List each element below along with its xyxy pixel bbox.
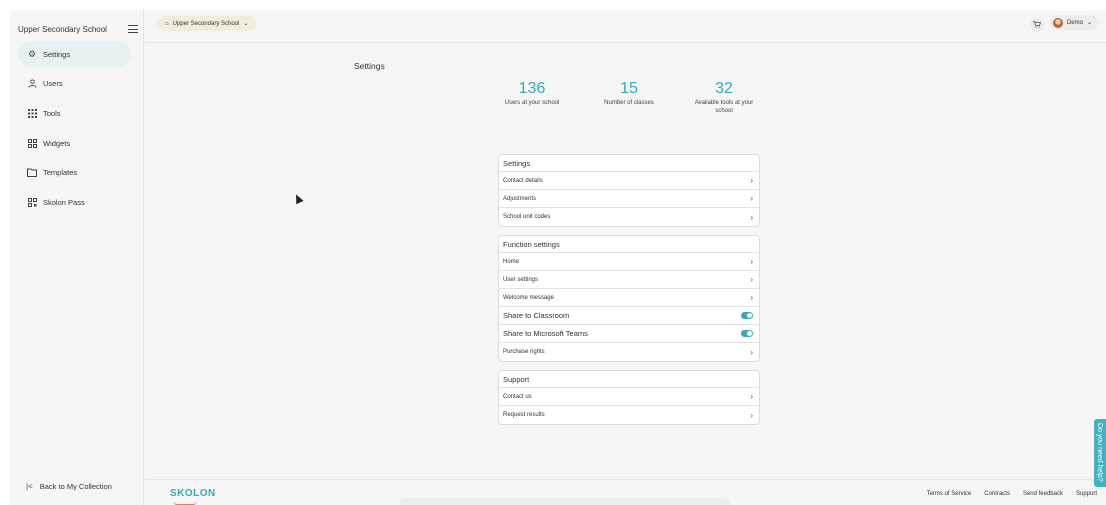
top-bar: ⌂ Upper Secondary School ⌄ Demo ⌄ <box>145 10 1106 43</box>
footer-link-support[interactable]: Support <box>1076 491 1097 497</box>
logo-swoosh <box>173 501 197 505</box>
user-icon <box>27 79 37 89</box>
app-frame: Upper Secondary School ⚙ Settings Users … <box>10 10 1106 505</box>
back-label: Back to My Collection <box>39 482 112 491</box>
row-label: Purchase rights <box>503 349 545 355</box>
share-teams-toggle[interactable] <box>741 330 753 337</box>
sidebar-item-users[interactable]: Users <box>18 71 131 97</box>
user-name: Demo <box>1066 19 1083 26</box>
help-tab-label: Do you need help? <box>1096 423 1103 482</box>
sidebar-item-label: Widgets <box>43 138 71 148</box>
support-card: Support Contact us › Request results › <box>498 370 760 425</box>
stat-tools: 32 Available tools at your school <box>688 80 760 115</box>
footer: SKOLON Terms of Service Contracts Send f… <box>145 479 1106 505</box>
row-label: User settings <box>503 276 539 283</box>
chevron-right-icon: › <box>750 194 753 203</box>
sidebar-item-label: Templates <box>43 168 78 178</box>
chevron-right-icon: › <box>750 212 753 222</box>
help-tab[interactable]: Do you need help? <box>1094 419 1106 487</box>
cart-icon <box>1033 20 1042 30</box>
scroll-area <box>400 498 730 505</box>
row-welcome-message[interactable]: Welcome message › <box>499 289 759 307</box>
sidebar: Upper Secondary School ⚙ Settings Users … <box>10 10 144 505</box>
row-label: Contact details <box>503 177 543 184</box>
sidebar-item-templates[interactable]: Templates <box>18 160 131 186</box>
card-title: Support <box>499 371 759 388</box>
row-label: Home <box>503 258 520 265</box>
row-share-to-classroom: Share to Classroom <box>499 307 759 325</box>
footer-links: Terms of Service Contracts Send feedback… <box>927 491 1097 497</box>
sidebar-item-tools[interactable]: Tools <box>18 100 131 126</box>
function-settings-card: Function settings Home › User settings ›… <box>498 235 760 362</box>
stat-label: Number of classes <box>604 100 654 106</box>
chevron-right-icon: › <box>750 293 753 302</box>
chevron-down-icon: ⌄ <box>243 21 249 27</box>
row-adjustments[interactable]: Adjustments › <box>499 190 759 208</box>
back-to-collection-link[interactable]: |< Back to My Collection <box>26 482 112 491</box>
row-label: Request results <box>503 412 545 418</box>
chevron-right-icon: › <box>750 410 753 420</box>
sidebar-item-settings[interactable]: ⚙ Settings <box>18 41 131 67</box>
row-school-unit-codes[interactable]: School unit codes › <box>499 208 759 226</box>
chevron-down-icon: ⌄ <box>1086 20 1092 26</box>
settings-card: Settings Contact details › Adjustments ›… <box>498 154 760 227</box>
widgets-icon <box>27 138 37 148</box>
sidebar-item-label: Skolon Pass <box>43 197 85 207</box>
sidebar-item-label: Settings <box>43 49 71 59</box>
row-contact-details[interactable]: Contact details › <box>499 172 759 190</box>
grid-icon <box>27 108 37 118</box>
row-label: Share to Classroom <box>503 311 570 320</box>
footer-link-contracts[interactable]: Contracts <box>984 491 1010 497</box>
chevron-right-icon: › <box>750 257 753 266</box>
row-label: Contact us <box>503 393 532 400</box>
stat-value: 136 <box>518 80 546 97</box>
stat-value: 15 <box>620 80 638 97</box>
sidebar-item-label: Users <box>43 79 63 89</box>
school-selector-label: Upper Secondary School <box>172 20 240 27</box>
sidebar-title: Upper Secondary School <box>18 24 107 34</box>
gear-icon: ⚙ <box>27 48 37 59</box>
stat-label: Available tools at your school <box>694 100 754 114</box>
folder-icon <box>27 168 37 178</box>
chevron-right-icon: › <box>750 347 753 357</box>
user-menu[interactable]: Demo ⌄ <box>1049 15 1098 30</box>
back-arrow-icon: |< <box>26 482 33 491</box>
row-contact-us[interactable]: Contact us › <box>499 388 759 406</box>
sidebar-nav: ⚙ Settings Users Tools Widgets Templates… <box>18 41 131 219</box>
footer-link-terms[interactable]: Terms of Service <box>927 491 972 497</box>
stat-classes: 15 Number of classes <box>589 80 669 108</box>
menu-icon[interactable] <box>128 25 138 34</box>
stat-label: Users at your school <box>504 100 560 106</box>
main-content: Settings 136 Users at your school 15 Num… <box>145 44 1106 479</box>
share-classroom-toggle[interactable] <box>741 312 753 319</box>
footer-link-feedback[interactable]: Send feedback <box>1023 491 1063 497</box>
sidebar-item-label: Tools <box>43 108 61 118</box>
chevron-right-icon: › <box>750 275 753 284</box>
stat-users: 136 Users at your school <box>492 80 572 108</box>
stat-value: 32 <box>715 80 733 97</box>
row-purchase-rights[interactable]: Purchase rights › <box>499 343 759 361</box>
skolon-logo: SKOLON <box>170 488 216 499</box>
row-share-to-teams: Share to Microsoft Teams <box>499 325 759 343</box>
row-label: Share to Microsoft Teams <box>503 329 588 338</box>
page-title: Settings <box>354 61 385 71</box>
sidebar-item-skolon-pass[interactable]: Skolon Pass <box>18 189 131 215</box>
row-user-settings[interactable]: User settings › <box>499 271 759 289</box>
row-label: Welcome message <box>503 294 554 301</box>
school-selector[interactable]: ⌂ Upper Secondary School ⌄ <box>157 16 257 31</box>
row-request-results[interactable]: Request results › <box>499 406 759 424</box>
pass-icon <box>27 197 37 207</box>
row-home[interactable]: Home › <box>499 253 759 271</box>
card-title: Function settings <box>499 236 759 253</box>
sidebar-header: Upper Secondary School <box>18 16 138 42</box>
home-icon: ⌂ <box>165 20 169 27</box>
row-label: School unit codes <box>503 214 551 220</box>
chevron-right-icon: › <box>750 392 753 401</box>
avatar <box>1052 17 1063 28</box>
card-title: Settings <box>499 155 759 172</box>
cart-button[interactable] <box>1030 18 1044 32</box>
row-label: Adjustments <box>503 195 537 202</box>
sidebar-item-widgets[interactable]: Widgets <box>18 130 131 156</box>
chevron-right-icon: › <box>750 176 753 185</box>
